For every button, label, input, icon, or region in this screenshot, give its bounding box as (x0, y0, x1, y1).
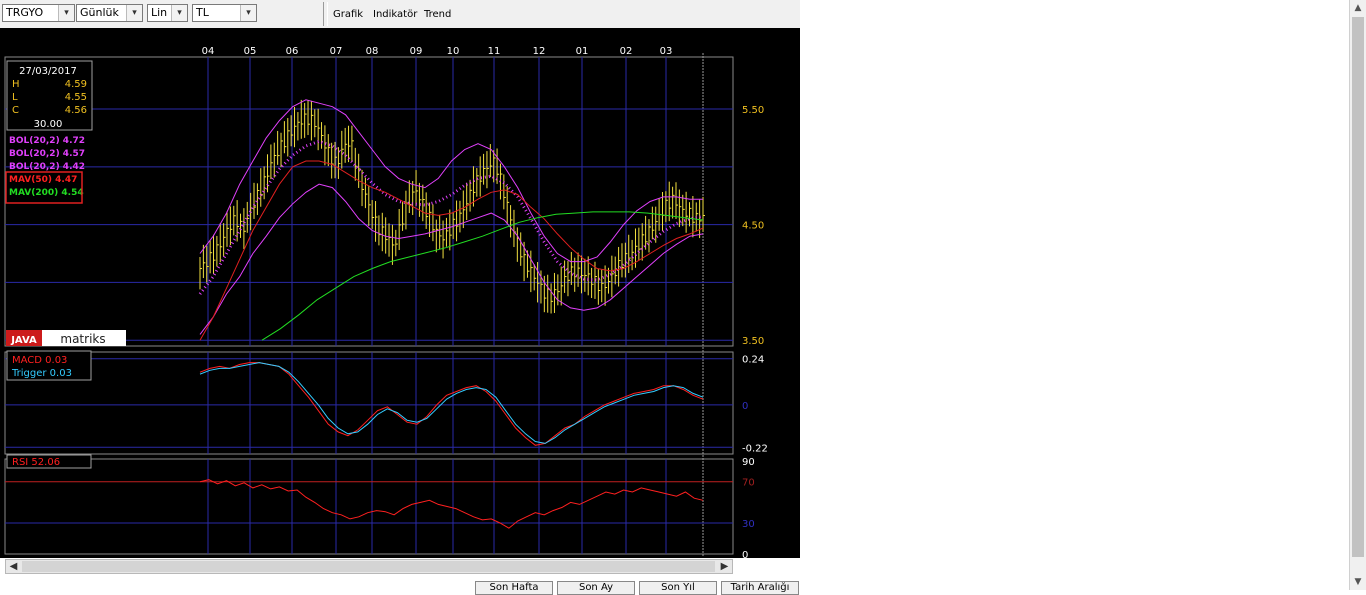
chart-area: 04 05 06 07 08 09 10 11 12 01 02 03 5.50 4.50 3.50 27/0… (0, 28, 800, 561)
scroll-left-icon[interactable]: ◀ (6, 560, 21, 573)
y-tick-label: 30 (742, 519, 755, 530)
vertical-scrollbar[interactable]: ▲ ▼ (1349, 0, 1366, 590)
mav50-line (199, 160, 704, 341)
scroll-up-icon[interactable]: ▲ (1350, 0, 1366, 16)
trigger-line (199, 362, 704, 444)
x-tick-label: 12 (533, 46, 546, 57)
scroll-right-icon[interactable]: ▶ (717, 560, 732, 573)
rsi-legend-entry: RSI 52.06 (12, 457, 60, 468)
menu-grafik[interactable]: Grafik (333, 9, 363, 20)
bollinger-upper-line (199, 99, 703, 263)
info-date: 27/03/2017 (19, 66, 77, 77)
info-l-label: L (12, 92, 18, 103)
legend-entry: MAV(200) 4.54 (9, 188, 84, 198)
chart-svg: 04 05 06 07 08 09 10 11 12 01 02 03 5.50 4.50 3.50 27/0… (4, 46, 768, 561)
date-range-button[interactable]: Tarih Aralığı (721, 581, 799, 595)
x-tick-label: 03 (660, 46, 673, 57)
y-tick-label: 0 (742, 550, 748, 558)
currency-value: TL (196, 6, 209, 19)
macd-legend-entry: MACD 0.03 (12, 355, 67, 366)
x-tick-label: 09 (410, 46, 423, 57)
info-h-value: 4.59 (65, 79, 87, 90)
bollinger-lower-line (199, 183, 704, 335)
currency-select[interactable]: TL ▾ (192, 4, 257, 22)
y-tick-label: 4.50 (742, 221, 764, 232)
panel-frame-macd (4, 351, 734, 455)
period-value: Günlük (80, 6, 119, 19)
info-c-value: 4.56 (65, 105, 87, 116)
menu-indikator[interactable]: Indikatör (373, 9, 417, 20)
scroll-thumb[interactable] (22, 561, 715, 572)
trigger-legend-entry: Trigger 0.03 (11, 368, 72, 379)
x-tick-label: 06 (286, 46, 299, 57)
legend-entry: MAV(50) 4.47 (9, 175, 77, 185)
x-tick-label: 02 (620, 46, 633, 57)
menu-trend[interactable]: Trend (424, 9, 451, 20)
chevron-down-icon: ▾ (126, 5, 142, 21)
x-tick-label: 05 (244, 46, 257, 57)
y-tick-label: 0.24 (742, 355, 764, 366)
panel-frame-rsi (4, 458, 734, 555)
y-tick-label: -0.22 (742, 443, 768, 454)
x-tick-label: 07 (330, 46, 343, 57)
info-volume: 30.00 (34, 119, 63, 130)
x-tick-label: 10 (447, 46, 460, 57)
y-tick-label: 70 (742, 478, 755, 489)
scale-select[interactable]: Lin ▾ (147, 4, 188, 22)
toolbar-separator (323, 2, 328, 26)
scale-value: Lin (151, 6, 168, 19)
last-week-button[interactable]: Son Hafta (475, 581, 553, 595)
logo-java-text: JAVA (10, 335, 37, 346)
legend-entry: BOL(20,2) 4.72 (9, 136, 85, 146)
y-tick-label: 0 (742, 401, 748, 412)
scroll-down-icon[interactable]: ▼ (1350, 574, 1366, 590)
vscroll-thumb[interactable] (1352, 17, 1364, 557)
y-tick-label: 90 (742, 457, 755, 468)
legend-entry: BOL(20,2) 4.42 (9, 162, 85, 172)
rsi-line (199, 479, 704, 529)
chevron-down-icon: ▾ (58, 5, 74, 21)
y-tick-label: 5.50 (742, 105, 764, 116)
chevron-down-icon: ▾ (171, 5, 187, 21)
symbol-value: TRGYO (6, 6, 44, 19)
y-tick-label: 3.50 (742, 336, 764, 347)
legend-entry: BOL(20,2) 4.57 (9, 149, 85, 159)
chevron-down-icon: ▾ (240, 5, 256, 21)
info-h-label: H (12, 79, 20, 90)
last-year-button[interactable]: Son Yıl (639, 581, 717, 595)
symbol-select[interactable]: TRGYO ▾ (2, 4, 75, 22)
info-c-label: C (12, 105, 19, 116)
last-month-button[interactable]: Son Ay (557, 581, 635, 595)
x-tick-label: 01 (576, 46, 589, 57)
x-tick-label: 11 (488, 46, 501, 57)
horizontal-scrollbar[interactable]: ◀ ▶ (5, 559, 733, 574)
bollinger-middle-line (198, 139, 704, 295)
x-tick-label: 08 (366, 46, 379, 57)
period-select[interactable]: Günlük ▾ (76, 4, 143, 22)
info-l-value: 4.55 (65, 92, 87, 103)
x-tick-label: 04 (202, 46, 215, 57)
toolbar: TRGYO ▾ Günlük ▾ Lin ▾ TL ▾ Grafik Indik… (0, 0, 800, 29)
macd-line (199, 362, 704, 446)
logo-matriks-text: matriks (60, 332, 105, 346)
